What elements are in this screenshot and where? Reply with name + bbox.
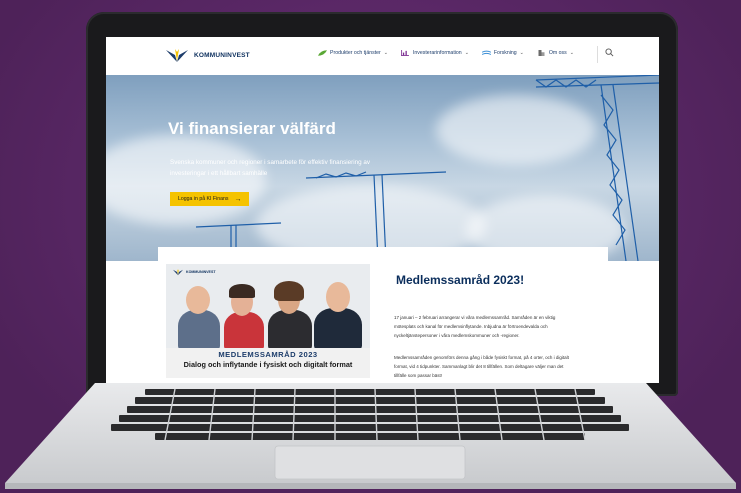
promo-image[interactable]: KOMMUNINVEST MEDLEMSSAMRÅD 2023 Dialog o… [166, 264, 370, 378]
menu-label: Forskning [493, 50, 517, 56]
top-navigation: KOMMUNINVEST Produkter och tjänster ⌄ In… [106, 37, 659, 75]
site-logo[interactable]: KOMMUNINVEST [164, 47, 250, 63]
person-face [326, 282, 350, 312]
button-label: Logga in på KI Finans [178, 196, 229, 202]
kommuninvest-logo-icon [172, 269, 184, 276]
hero-title: Vi finansierar välfärd [168, 119, 336, 138]
promo-logo-text: KOMMUNINVEST [186, 270, 216, 274]
person-face [186, 286, 210, 314]
main-menu: Produkter och tjänster ⌄ Investerarinfor… [318, 50, 587, 56]
person-photo [178, 310, 220, 350]
promo-title: MEDLEMSSAMRÅD 2023 [218, 350, 318, 359]
leaf-icon [318, 50, 327, 56]
person-photo [224, 312, 264, 350]
person-photo [314, 308, 362, 350]
menu-item-produkter[interactable]: Produkter och tjänster ⌄ [318, 50, 388, 56]
promo-subtitle: Dialog och inflytande i fysiskt och digi… [183, 360, 353, 369]
search-icon[interactable] [605, 48, 614, 57]
building-icon [538, 50, 545, 56]
kommuninvest-logo-icon [166, 49, 188, 62]
menu-item-forskning[interactable]: Forskning ⌄ [481, 50, 524, 56]
hero-subtitle: Svenska kommuner och regioner i samarbet… [170, 159, 371, 177]
chevron-down-icon: ⌄ [519, 50, 524, 56]
laptop-keyboard-base [5, 383, 736, 489]
chevron-down-icon: ⌄ [383, 50, 388, 56]
menu-label: Om oss [548, 50, 567, 56]
menu-label: Produkter och tjänster [330, 50, 381, 56]
menu-label: Investerarinformation [412, 50, 462, 56]
menu-item-om-oss[interactable]: Om oss ⌄ [537, 50, 574, 56]
promo-logo: KOMMUNINVEST [172, 268, 216, 276]
chart-icon [401, 50, 409, 56]
news-paragraph: 17 januari – 2 februari arrangerar vi vå… [394, 315, 556, 338]
news-paragraph: Medlemssamråden genomförs denna gång i b… [394, 355, 569, 378]
login-ki-finans-button[interactable]: Logga in på KI Finans → [170, 192, 250, 206]
arrow-right-icon: → [234, 195, 242, 203]
news-title: Medlemssamråd 2023! [396, 273, 525, 287]
person-hair [229, 284, 255, 298]
logo-text: KOMMUNINVEST [194, 51, 250, 59]
wave-icon [481, 50, 491, 55]
chevron-down-icon: ⌄ [464, 50, 469, 56]
person-photo [268, 310, 312, 350]
chevron-down-icon: ⌄ [569, 50, 574, 56]
hero-banner: Vi finansierar välfärd Svenska kommuner … [106, 75, 659, 261]
menu-item-investerarinformation[interactable]: Investerarinformation ⌄ [401, 50, 469, 56]
laptop-screen: KOMMUNINVEST Produkter och tjänster ⌄ In… [106, 37, 659, 383]
nav-divider [597, 46, 598, 63]
person-hair [274, 281, 304, 301]
